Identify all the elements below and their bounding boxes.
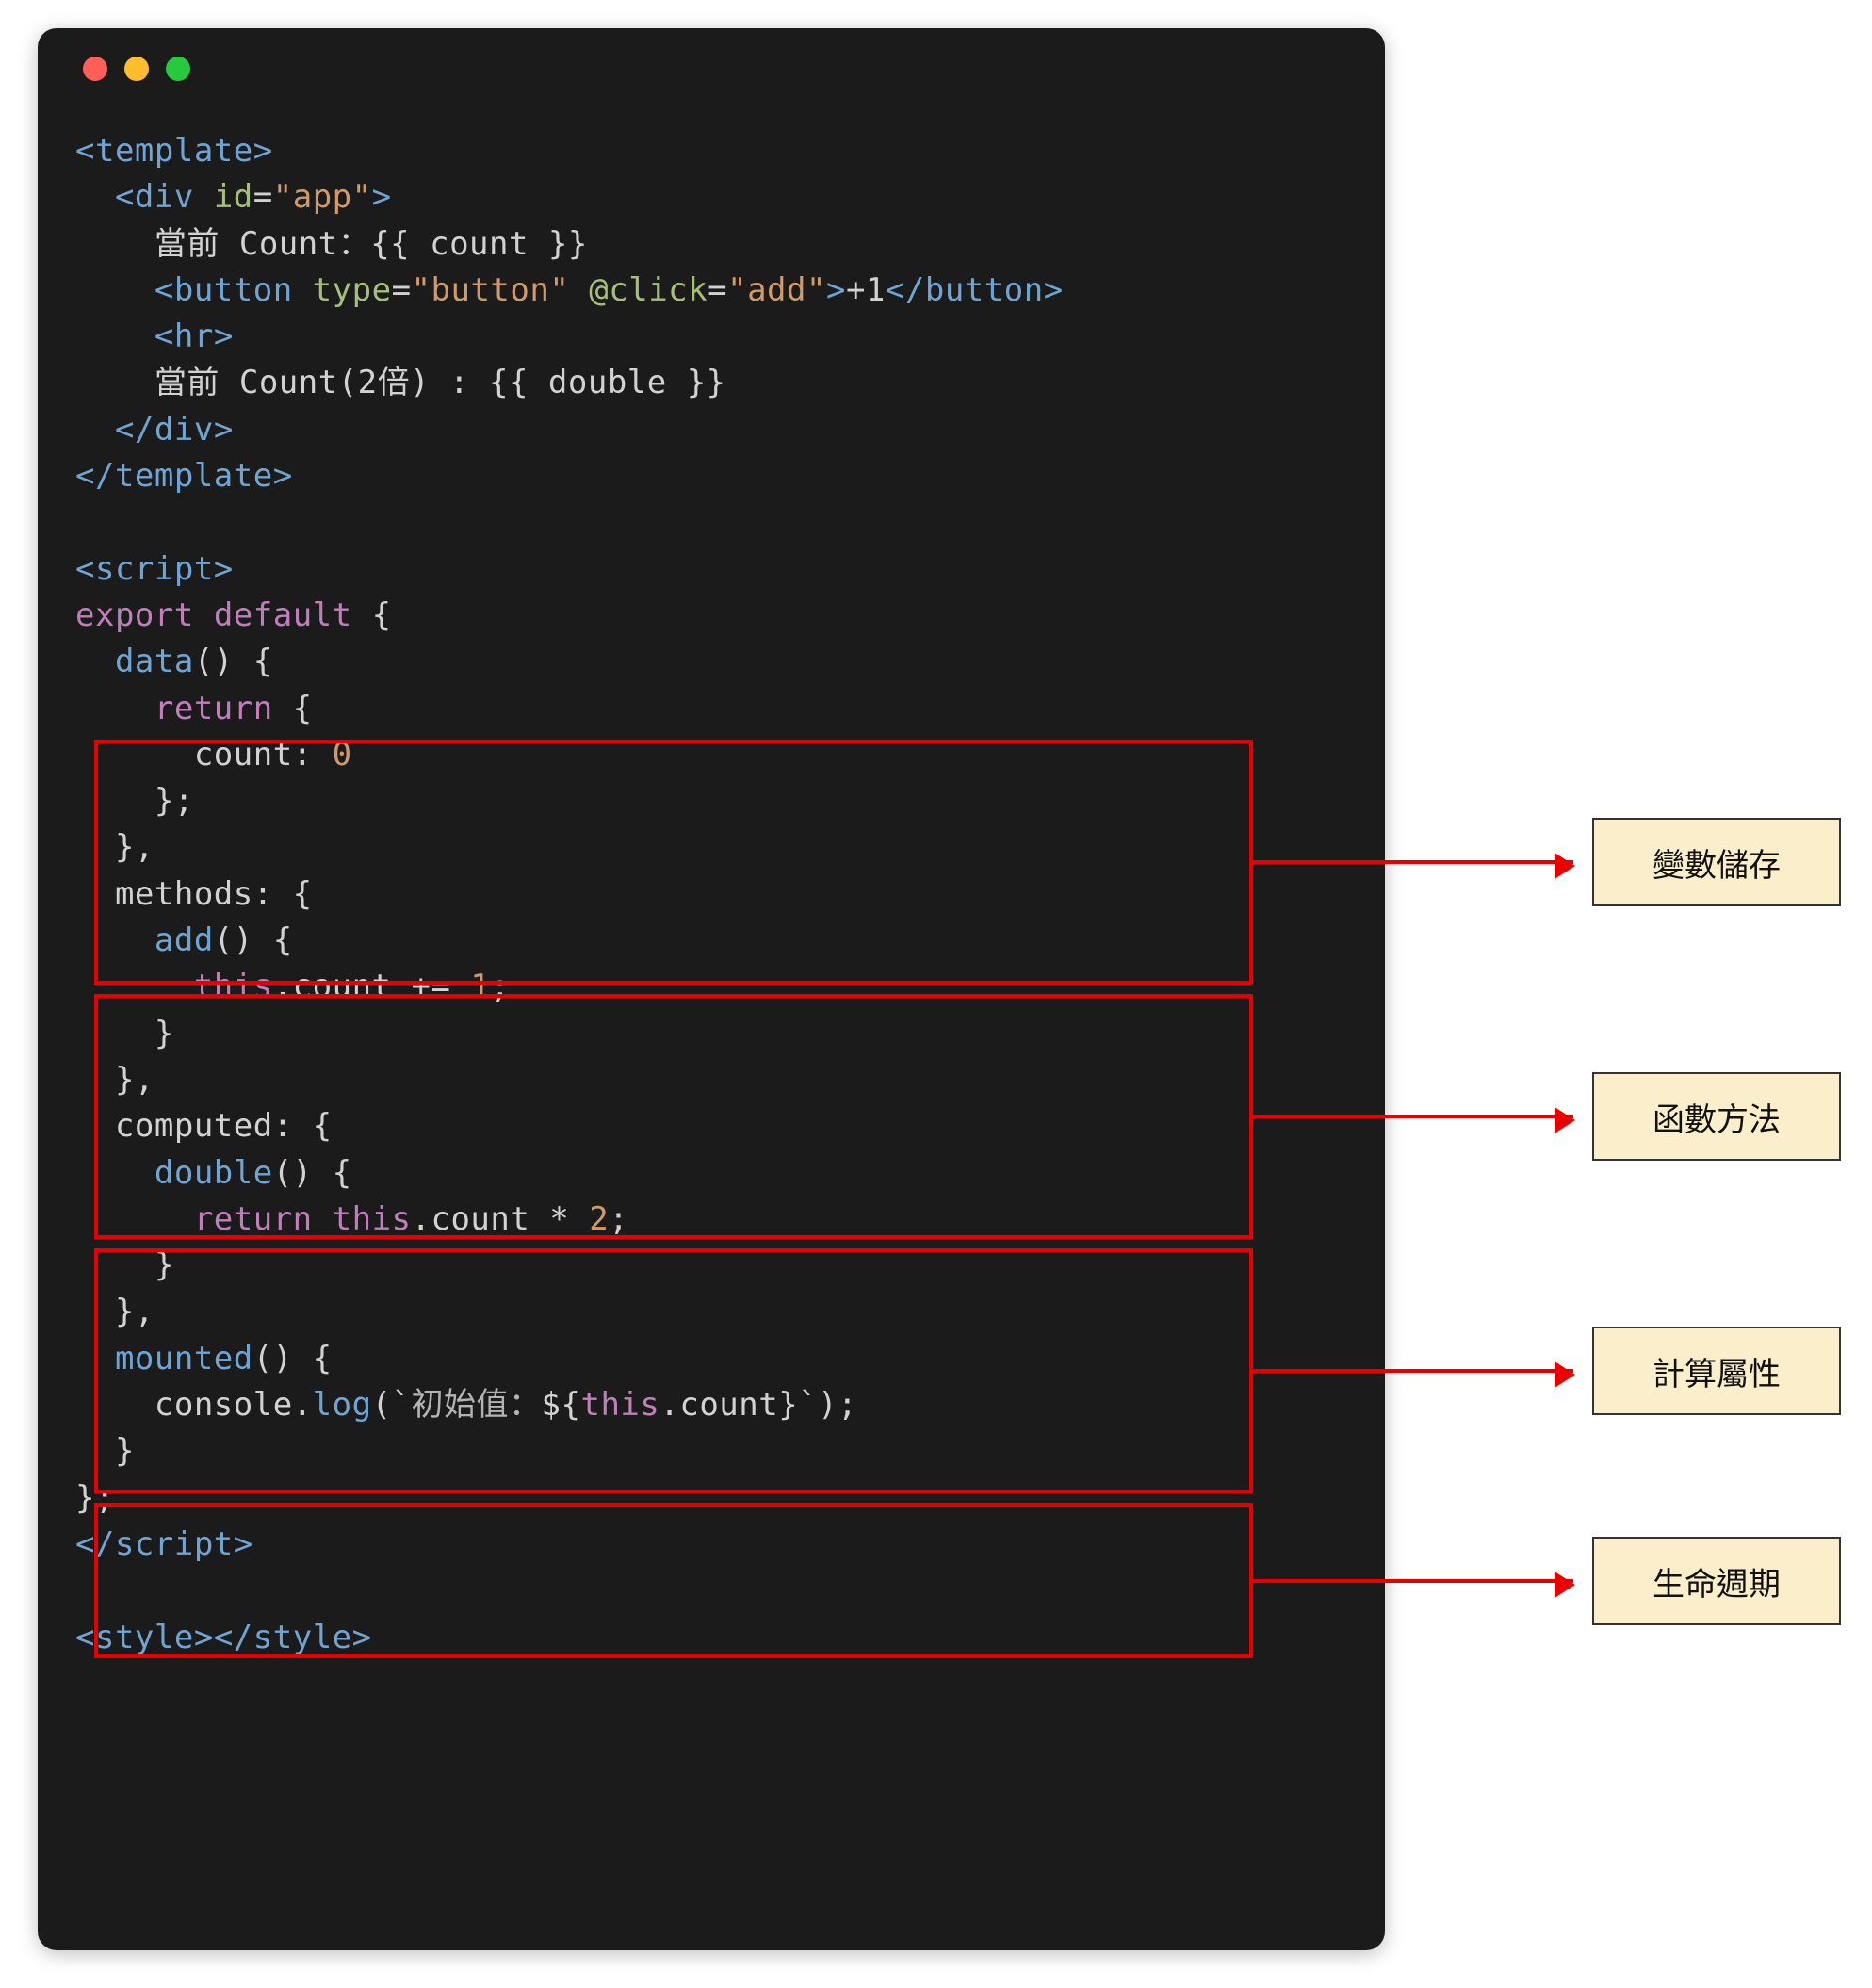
label-methods: 函數方法 — [1592, 1072, 1841, 1161]
str-add: "add" — [727, 271, 826, 309]
maximize-icon — [166, 57, 190, 81]
num-one: 1 — [470, 968, 490, 1005]
diagram-canvas: <template> <div id="app"> 當前 Count：{{ co… — [0, 0, 1872, 1988]
close-icon — [83, 57, 107, 81]
attr-id: id — [214, 178, 253, 216]
tpl-text: 初始值： — [412, 1386, 542, 1424]
arrow-computed — [1253, 1369, 1573, 1373]
tag-script-close: script — [115, 1525, 234, 1563]
kw-return-1: return — [75, 690, 273, 727]
tag-button: button — [174, 271, 293, 309]
num-zero: 0 — [333, 736, 352, 774]
text-plus1: +1 — [846, 271, 886, 309]
attr-type: type — [313, 271, 392, 309]
key-methods: methods — [75, 875, 253, 913]
str-app: "app" — [273, 178, 372, 216]
text-double-line: 當前 Count(2倍) : {{ double }} — [75, 364, 726, 401]
text-count-line: 當前 Count：{{ count }} — [75, 225, 588, 263]
attr-click: @click — [589, 271, 708, 309]
tag-template-open: <template> — [75, 132, 273, 170]
kw-export: export — [75, 596, 194, 634]
obj-console: console — [75, 1386, 293, 1424]
kw-this-1: this — [75, 968, 273, 1005]
num-two: 2 — [589, 1200, 609, 1238]
arrow-methods — [1253, 1115, 1573, 1118]
tag-style-open: style — [95, 1619, 194, 1656]
fn-mounted: mounted — [75, 1340, 253, 1377]
window-traffic-lights — [83, 57, 1347, 81]
tag-hr: hr — [174, 318, 214, 355]
fn-log: log — [313, 1386, 372, 1424]
str-button: "button" — [412, 271, 570, 309]
kw-default: default — [214, 596, 352, 634]
fn-double: double — [75, 1154, 273, 1192]
tag-script-open: <script> — [75, 550, 234, 588]
kw-return-2: return — [75, 1200, 313, 1238]
fn-add: add — [75, 921, 214, 959]
tag-template-close: </template> — [75, 457, 293, 495]
key-count: count — [75, 736, 293, 774]
tag-style-close: style — [253, 1619, 352, 1656]
key-computed: computed — [75, 1107, 273, 1145]
arrow-data — [1253, 860, 1573, 864]
code-block: <template> <div id="app"> 當前 Count：{{ co… — [75, 128, 1347, 1661]
code-window: <template> <div id="app"> 當前 Count：{{ co… — [38, 28, 1385, 1950]
tag-div-open-bracket: < — [75, 178, 135, 216]
kw-this-2: this — [333, 1200, 412, 1238]
kw-this-3: this — [580, 1386, 659, 1424]
tag-div-name: div — [135, 178, 194, 216]
label-computed: 計算屬性 — [1592, 1327, 1841, 1415]
minimize-icon — [124, 57, 149, 81]
fn-data: data — [75, 643, 194, 680]
label-mounted: 生命週期 — [1592, 1537, 1841, 1625]
label-data: 變數儲存 — [1592, 818, 1841, 906]
arrow-mounted — [1253, 1579, 1573, 1583]
